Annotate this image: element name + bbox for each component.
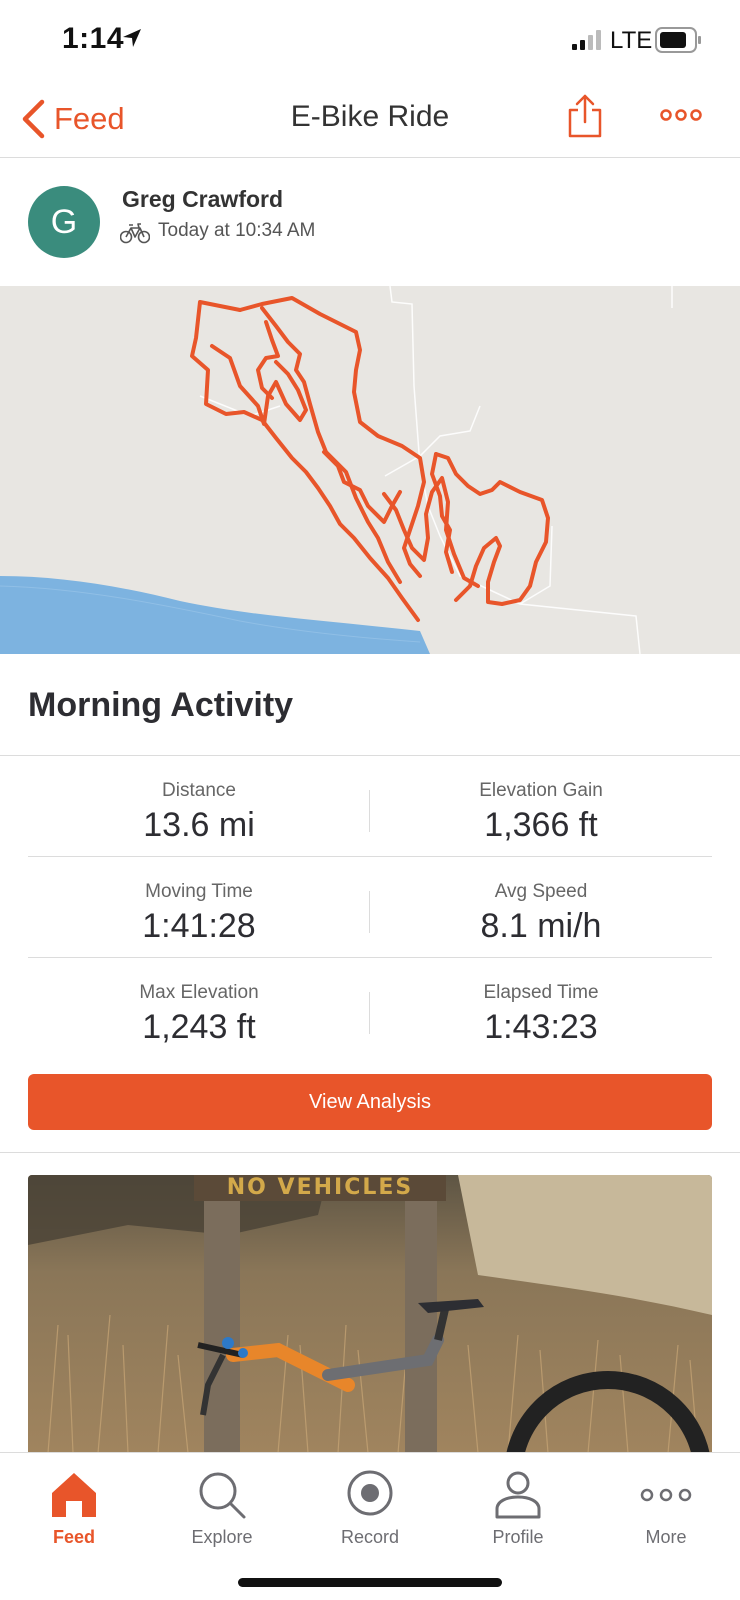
tab-label: Feed <box>52 1527 95 1547</box>
view-analysis-button[interactable]: View Analysis <box>28 1074 712 1130</box>
tab-record[interactable]: Record <box>296 1461 444 1561</box>
route-map[interactable] <box>0 286 740 654</box>
tab-profile[interactable]: Profile <box>444 1461 592 1561</box>
more-options-icon[interactable] <box>660 105 702 125</box>
record-icon <box>347 1470 393 1516</box>
stats-grid: Distance 13.6 mi Elevation Gain 1,366 ft… <box>28 756 712 1059</box>
stat-label: Avg Speed <box>494 881 588 902</box>
athlete-header: G Greg Crawford Today at 10:34 AM <box>0 158 740 286</box>
athlete-name[interactable]: Greg Crawford <box>122 186 283 213</box>
battery-icon <box>655 27 701 53</box>
stats-row: Distance 13.6 mi Elevation Gain 1,366 ft <box>28 756 712 857</box>
tab-label: Profile <box>492 1527 544 1547</box>
stat-avg-speed: Avg Speed 8.1 mi/h <box>370 857 712 958</box>
tab-explore[interactable]: Explore <box>148 1461 296 1561</box>
share-icon[interactable] <box>567 94 603 138</box>
profile-icon <box>495 1471 541 1519</box>
stat-value: 1,366 ft <box>484 806 598 844</box>
stat-label: Moving Time <box>145 881 253 902</box>
stats-row: Max Elevation 1,243 ft Elapsed Time 1:43… <box>28 958 712 1059</box>
bike-icon <box>120 223 150 244</box>
tab-label: More <box>645 1527 687 1547</box>
sign-text: NO VEHICLES <box>227 1175 413 1200</box>
stat-label: Elevation Gain <box>479 780 603 801</box>
stat-value: 13.6 mi <box>143 806 255 844</box>
stats-row: Moving Time 1:41:28 Avg Speed 8.1 mi/h <box>28 857 712 958</box>
location-arrow-icon <box>123 29 141 47</box>
stat-value: 8.1 mi/h <box>480 907 602 945</box>
tab-feed[interactable]: Feed <box>0 1461 148 1561</box>
section-divider <box>0 1152 740 1153</box>
search-icon <box>199 1472 246 1519</box>
status-bar: 1:14 LTE <box>0 0 740 80</box>
stat-moving-time: Moving Time 1:41:28 <box>28 857 370 958</box>
activity-time: Today at 10:34 AM <box>158 220 316 241</box>
page-title: E-Bike Ride <box>290 100 450 133</box>
stat-value: 1:43:23 <box>484 1008 598 1046</box>
activity-photo[interactable]: NO VEHICLES <box>28 1175 712 1453</box>
route-map-graphic <box>0 286 673 654</box>
stat-distance: Distance 13.6 mi <box>28 756 370 857</box>
home-icon <box>52 1473 96 1517</box>
tab-label: Record <box>340 1527 400 1547</box>
stat-elapsed-time: Elapsed Time 1:43:23 <box>370 958 712 1059</box>
stat-label: Max Elevation <box>139 982 259 1003</box>
tab-label: Explore <box>191 1527 253 1547</box>
home-indicator[interactable] <box>238 1578 502 1587</box>
stat-label: Elapsed Time <box>483 982 599 1003</box>
avatar[interactable]: G <box>28 186 100 258</box>
stat-elevation-gain: Elevation Gain 1,366 ft <box>370 756 712 857</box>
status-time: 1:14 <box>62 22 125 55</box>
stat-max-elevation: Max Elevation 1,243 ft <box>28 958 370 1059</box>
tab-more[interactable]: More <box>592 1461 740 1561</box>
nav-bar: Feed E-Bike Ride <box>0 80 740 158</box>
more-dots-icon <box>640 1488 692 1502</box>
activity-title: Morning Activity <box>28 686 294 724</box>
stat-value: 1:41:28 <box>142 907 256 945</box>
stat-label: Distance <box>162 780 236 801</box>
stat-value: 1,243 ft <box>142 1008 256 1046</box>
network-type: LTE <box>610 27 653 54</box>
cellular-signal-icon <box>572 30 601 50</box>
photo-graphic: NO VEHICLES <box>28 1175 712 1453</box>
